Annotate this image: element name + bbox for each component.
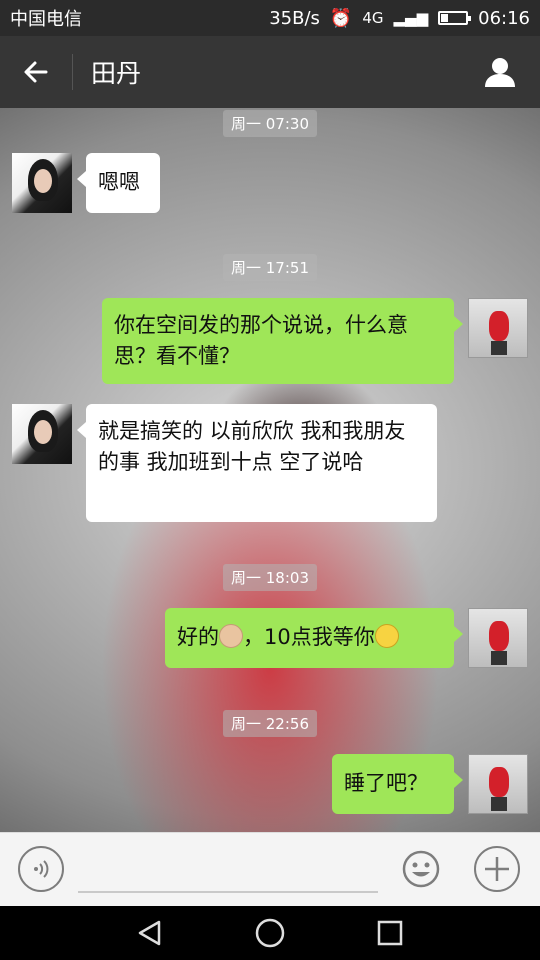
input-bar [0,832,540,906]
timestamp: 周一 18:03 [0,564,540,591]
message-bubble-outgoing[interactable]: 好的 ，10点我等你 [165,608,463,668]
message-bubble-outgoing[interactable]: 你在空间发的那个说说，什么意思？看不懂？ [102,298,463,384]
circle-home-icon [255,918,285,948]
battery-icon [438,11,472,25]
network-type: 4G [362,9,384,27]
voice-button[interactable] [18,846,64,892]
carrier-label: 中国电信 [10,9,82,30]
chat-area[interactable]: 周一 07:30 嗯嗯 周一 17:51 你在空间发的那个说说，什么意思？看不懂… [0,108,540,832]
message-text: 好的 [177,625,219,649]
my-avatar[interactable] [468,754,528,814]
alarm-icon: ⏰ [329,7,353,29]
square-recents-icon [377,920,403,946]
smile-emoji-icon [374,624,399,648]
nav-back-button[interactable] [130,913,170,953]
message-bubble-incoming[interactable]: 就是搞笑的 以前欣欣 我和我朋友的事 我加班到十点 空了说哈 [77,404,437,522]
emoji-button[interactable] [398,846,444,892]
emoji-icon [402,850,440,888]
status-bar: 中国电信 35B/s ⏰ 4G ▂▄▆ 06:16 [0,0,540,36]
signal-icon: ▂▄▆ [393,9,429,27]
person-icon [485,58,515,87]
voice-icon [34,860,49,878]
message-bubble-outgoing[interactable]: 睡了吧？ [332,754,463,814]
my-avatar[interactable] [468,298,528,358]
contact-avatar[interactable] [12,404,72,464]
message-bubble-incoming[interactable]: 嗯嗯 [77,153,160,213]
arrow-left-icon [24,61,48,83]
contact-avatar[interactable] [12,153,72,213]
plus-button[interactable] [474,846,520,892]
message-input[interactable] [78,845,378,893]
contact-name: 田丹 [91,59,142,88]
profile-button[interactable] [460,36,540,108]
timestamp: 周一 17:51 [0,254,540,281]
my-avatar[interactable] [468,608,528,668]
back-button[interactable] [0,36,72,108]
triangle-back-icon [138,920,161,946]
nav-home-button[interactable] [250,913,290,953]
chat-header: 田丹 [0,36,540,108]
timestamp: 周一 22:56 [0,710,540,737]
ok-hand-emoji-icon [219,624,243,648]
net-speed: 35B/s [269,7,320,29]
timestamp: 周一 07:30 [0,110,540,137]
plus-icon [485,857,509,881]
system-nav-bar [0,906,540,960]
message-text: ，10点我等你 [243,625,375,649]
clock: 06:16 [478,7,530,29]
nav-recents-button[interactable] [370,913,410,953]
